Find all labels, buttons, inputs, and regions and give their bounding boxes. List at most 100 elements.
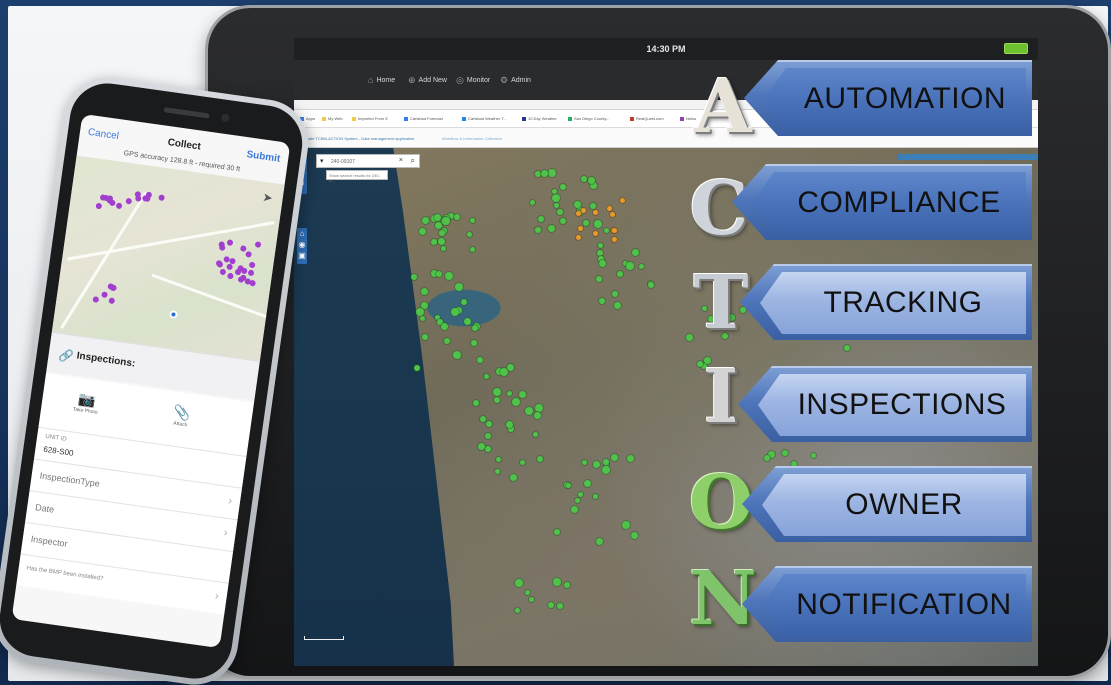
- map-marker[interactable]: [612, 291, 618, 297]
- map-marker[interactable]: [461, 299, 467, 305]
- map-marker[interactable]: [507, 364, 514, 371]
- map-marker[interactable]: [596, 538, 603, 545]
- map-marker[interactable]: [575, 498, 580, 503]
- phone-map-marker[interactable]: [143, 195, 151, 203]
- map-marker[interactable]: [477, 357, 483, 363]
- map-marker[interactable]: [525, 407, 533, 415]
- map-marker[interactable]: [454, 214, 460, 220]
- phone-map-marker[interactable]: [95, 202, 103, 210]
- phone-map-marker[interactable]: [108, 297, 116, 305]
- map-marker[interactable]: [552, 189, 557, 194]
- map-marker[interactable]: [604, 228, 609, 233]
- map-marker[interactable]: [535, 227, 541, 233]
- map-marker[interactable]: [581, 208, 586, 213]
- map-marker[interactable]: [557, 603, 563, 609]
- map-marker[interactable]: [506, 421, 513, 428]
- navigation-arrow-icon[interactable]: ➤: [262, 190, 274, 205]
- map-marker[interactable]: [519, 391, 526, 398]
- map-marker[interactable]: [416, 308, 424, 316]
- map-marker[interactable]: [548, 225, 555, 232]
- map-marker[interactable]: [593, 461, 600, 468]
- map-marker[interactable]: [436, 271, 442, 277]
- map-marker[interactable]: [537, 456, 543, 462]
- map-search-input[interactable]: ▾ 240-09107 × ⌕: [316, 154, 420, 168]
- map-marker[interactable]: [464, 318, 471, 325]
- map-marker[interactable]: [421, 288, 428, 295]
- map-marker[interactable]: [593, 494, 598, 499]
- map-marker[interactable]: [627, 455, 634, 462]
- map-marker[interactable]: [451, 308, 459, 316]
- map-marker[interactable]: [578, 226, 583, 231]
- map-marker[interactable]: [471, 340, 477, 346]
- phone-map-marker[interactable]: [247, 269, 255, 277]
- map-marker[interactable]: [467, 232, 472, 237]
- map-marker[interactable]: [574, 201, 581, 208]
- map-marker[interactable]: [620, 198, 625, 203]
- attach-button[interactable]: 📎 Attach: [150, 401, 213, 432]
- map-marker[interactable]: [571, 506, 578, 513]
- phone-map-marker[interactable]: [125, 197, 133, 205]
- map-marker[interactable]: [607, 206, 612, 211]
- map-marker[interactable]: [507, 391, 512, 396]
- bookmark-item[interactable]: RealQuest.com: [630, 116, 664, 121]
- map-marker[interactable]: [612, 228, 617, 233]
- bookmark-item[interactable]: Carlsbad Forecast: [404, 116, 443, 121]
- map-marker[interactable]: [612, 237, 617, 242]
- map-marker[interactable]: [764, 455, 770, 461]
- bookmark-item[interactable]: My Web: [322, 116, 343, 121]
- map-marker[interactable]: [530, 200, 535, 205]
- map-marker[interactable]: [594, 220, 602, 228]
- chevron-down-icon[interactable]: ▾: [320, 157, 324, 165]
- map-marker[interactable]: [422, 217, 429, 224]
- map-marker[interactable]: [510, 474, 517, 481]
- bookmark-item[interactable]: San Diego County...: [568, 116, 610, 121]
- map-marker[interactable]: [590, 203, 596, 209]
- map-marker[interactable]: [472, 325, 478, 331]
- map-marker[interactable]: [512, 398, 520, 406]
- map-marker[interactable]: [494, 397, 500, 403]
- map-marker[interactable]: [560, 184, 566, 190]
- map-marker[interactable]: [485, 446, 491, 452]
- search-icon[interactable]: ⌕: [411, 156, 415, 166]
- map-marker[interactable]: [422, 334, 428, 340]
- map-marker[interactable]: [782, 450, 788, 456]
- bookmark-item[interactable]: Carlsbad Weather T...: [462, 116, 507, 121]
- phone-map-marker[interactable]: [237, 276, 245, 283]
- map-marker[interactable]: [622, 521, 630, 529]
- map-marker[interactable]: [599, 260, 606, 267]
- map-marker[interactable]: [525, 590, 530, 595]
- nav-home[interactable]: ⌂ Home: [368, 75, 395, 85]
- map-marker[interactable]: [441, 323, 448, 330]
- map-marker[interactable]: [631, 532, 638, 539]
- phone-map-marker[interactable]: [240, 267, 248, 275]
- map-marker[interactable]: [414, 365, 420, 371]
- map-marker[interactable]: [576, 211, 581, 216]
- map-marker[interactable]: [557, 209, 563, 215]
- phone-map-marker[interactable]: [101, 291, 108, 299]
- map-marker[interactable]: [444, 338, 450, 344]
- map-marker[interactable]: [529, 597, 534, 602]
- map-marker[interactable]: [411, 274, 417, 280]
- phone-map-marker[interactable]: [92, 296, 100, 303]
- map-marker[interactable]: [445, 272, 453, 280]
- map-marker[interactable]: [453, 351, 461, 359]
- map-marker[interactable]: [584, 480, 591, 487]
- map-marker[interactable]: [515, 579, 523, 587]
- map-marker[interactable]: [431, 239, 437, 245]
- map-marker[interactable]: [554, 529, 560, 535]
- bookmark-item[interactable]: Imported From E: [352, 116, 388, 121]
- map-marker[interactable]: [614, 302, 621, 309]
- map-marker[interactable]: [560, 218, 566, 224]
- phone-map-marker[interactable]: [249, 279, 256, 287]
- map-marker[interactable]: [484, 374, 489, 379]
- map-marker[interactable]: [588, 177, 595, 184]
- search-suggestion[interactable]: Show search results for 240-0...: [326, 170, 388, 183]
- nav-monitor[interactable]: ◎ Monitor: [456, 75, 490, 86]
- map-marker[interactable]: [420, 316, 425, 321]
- bookmark-item[interactable]: 10 Day Weather: [522, 116, 557, 121]
- map-marker[interactable]: [578, 492, 583, 497]
- map-marker[interactable]: [632, 249, 639, 256]
- map-marker[interactable]: [473, 400, 479, 406]
- map-marker[interactable]: [538, 216, 544, 222]
- nav-add-new[interactable]: ⊕ Add New: [408, 75, 447, 86]
